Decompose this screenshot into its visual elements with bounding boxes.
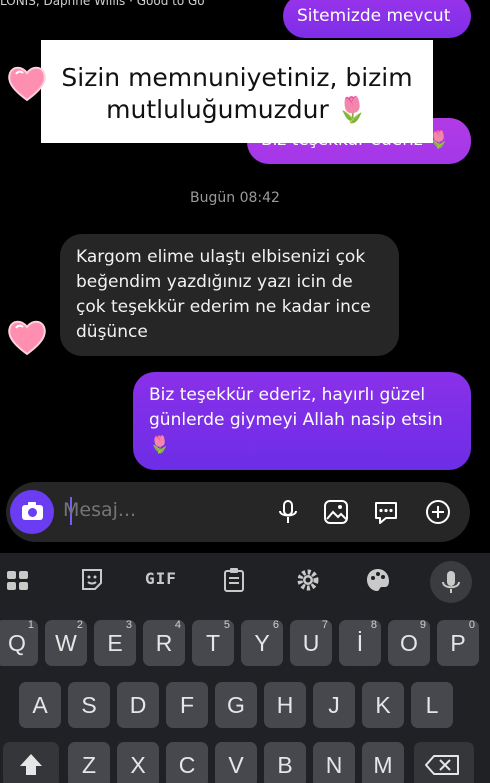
heart-reaction-icon xyxy=(8,66,46,102)
message-line: Kargom elime ulaştı elbisenizi çok xyxy=(76,247,366,267)
key-b[interactable]: B xyxy=(264,742,306,783)
heart-reaction-icon xyxy=(8,320,46,356)
partial-header-text: LONIS, Daphne Willis · Good to Go xyxy=(0,0,205,8)
key-l[interactable]: L xyxy=(411,682,453,728)
key-u[interactable]: U7 xyxy=(290,619,332,666)
voice-input-button[interactable] xyxy=(430,561,472,603)
sticker-icon[interactable] xyxy=(77,565,107,595)
shift-arrow-icon xyxy=(20,754,42,775)
key-k[interactable]: K xyxy=(362,682,404,728)
message-bubble-outgoing[interactable]: Biz teşekkür ederiz, hayırlı güzel günle… xyxy=(133,372,471,470)
backspace-key[interactable] xyxy=(414,742,474,783)
message-line: düşünce xyxy=(76,322,148,342)
promo-banner: Sizin memnuniyetiniz, bizim mutluluğumuz… xyxy=(41,40,433,143)
key-w[interactable]: W2 xyxy=(45,619,87,666)
message-bubble-outgoing[interactable]: Sitemizde mevcut xyxy=(283,0,471,38)
sticker-message-icon[interactable] xyxy=(371,497,401,527)
camera-button[interactable] xyxy=(10,490,54,534)
key-g[interactable]: G xyxy=(215,682,257,728)
key-o[interactable]: O9 xyxy=(388,619,430,666)
keyboard: GIF Q1 W2 E3 R4 T5 Y6 U7 İ8 O9 P0 A S D … xyxy=(0,553,490,783)
backspace-icon xyxy=(425,755,459,775)
message-text: Sitemizde mevcut xyxy=(297,6,451,26)
key-z[interactable]: Z xyxy=(68,742,110,783)
key-f[interactable]: F xyxy=(166,682,208,728)
key-i-dotted[interactable]: İ8 xyxy=(339,619,381,666)
key-x[interactable]: X xyxy=(117,742,159,783)
key-j[interactable]: J xyxy=(313,682,355,728)
message-bubble-incoming[interactable]: Kargom elime ulaştı elbisenizi çok beğen… xyxy=(60,234,399,356)
message-input[interactable] xyxy=(63,499,253,521)
key-c[interactable]: C xyxy=(166,742,208,783)
microphone-icon[interactable] xyxy=(273,497,303,527)
message-line: 🌷 xyxy=(149,435,171,455)
gif-button[interactable]: GIF xyxy=(145,569,177,588)
key-t[interactable]: T5 xyxy=(192,619,234,666)
key-v[interactable]: V xyxy=(215,742,257,783)
shift-key[interactable] xyxy=(3,742,59,783)
key-a[interactable]: A xyxy=(19,682,61,728)
key-r[interactable]: R4 xyxy=(143,619,185,666)
key-h[interactable]: H xyxy=(264,682,306,728)
message-line: çok teşekkür ederim ne kadar ince xyxy=(76,297,371,317)
add-icon[interactable] xyxy=(423,497,453,527)
timestamp-divider: Bugün 08:42 xyxy=(190,190,280,206)
key-d[interactable]: D xyxy=(117,682,159,728)
gallery-icon[interactable] xyxy=(321,497,351,527)
key-p[interactable]: P0 xyxy=(437,619,479,666)
clipboard-icon[interactable] xyxy=(219,565,249,595)
key-s[interactable]: S xyxy=(68,682,110,728)
apps-grid-icon[interactable] xyxy=(3,565,33,595)
message-line: beğendim yazdığınız yazı icin de xyxy=(76,272,353,292)
key-m[interactable]: M xyxy=(362,742,404,783)
key-y[interactable]: Y6 xyxy=(241,619,283,666)
message-line: günlerde giymeyi Allah nasip etsin xyxy=(149,410,443,430)
key-q[interactable]: Q1 xyxy=(0,619,38,666)
key-n[interactable]: N xyxy=(313,742,355,783)
message-composer xyxy=(6,482,470,542)
banner-line-1: Sizin memnuniyetiniz, bizim xyxy=(61,63,413,92)
mic-icon xyxy=(442,571,460,593)
settings-gear-icon[interactable] xyxy=(293,565,323,595)
key-e[interactable]: E3 xyxy=(94,619,136,666)
palette-icon[interactable] xyxy=(363,565,393,595)
banner-line-2: mutluluğumuzdur 🌷 xyxy=(106,95,368,124)
camera-icon xyxy=(22,502,43,520)
message-line: Biz teşekkür ederiz, hayırlı güzel xyxy=(149,385,426,405)
